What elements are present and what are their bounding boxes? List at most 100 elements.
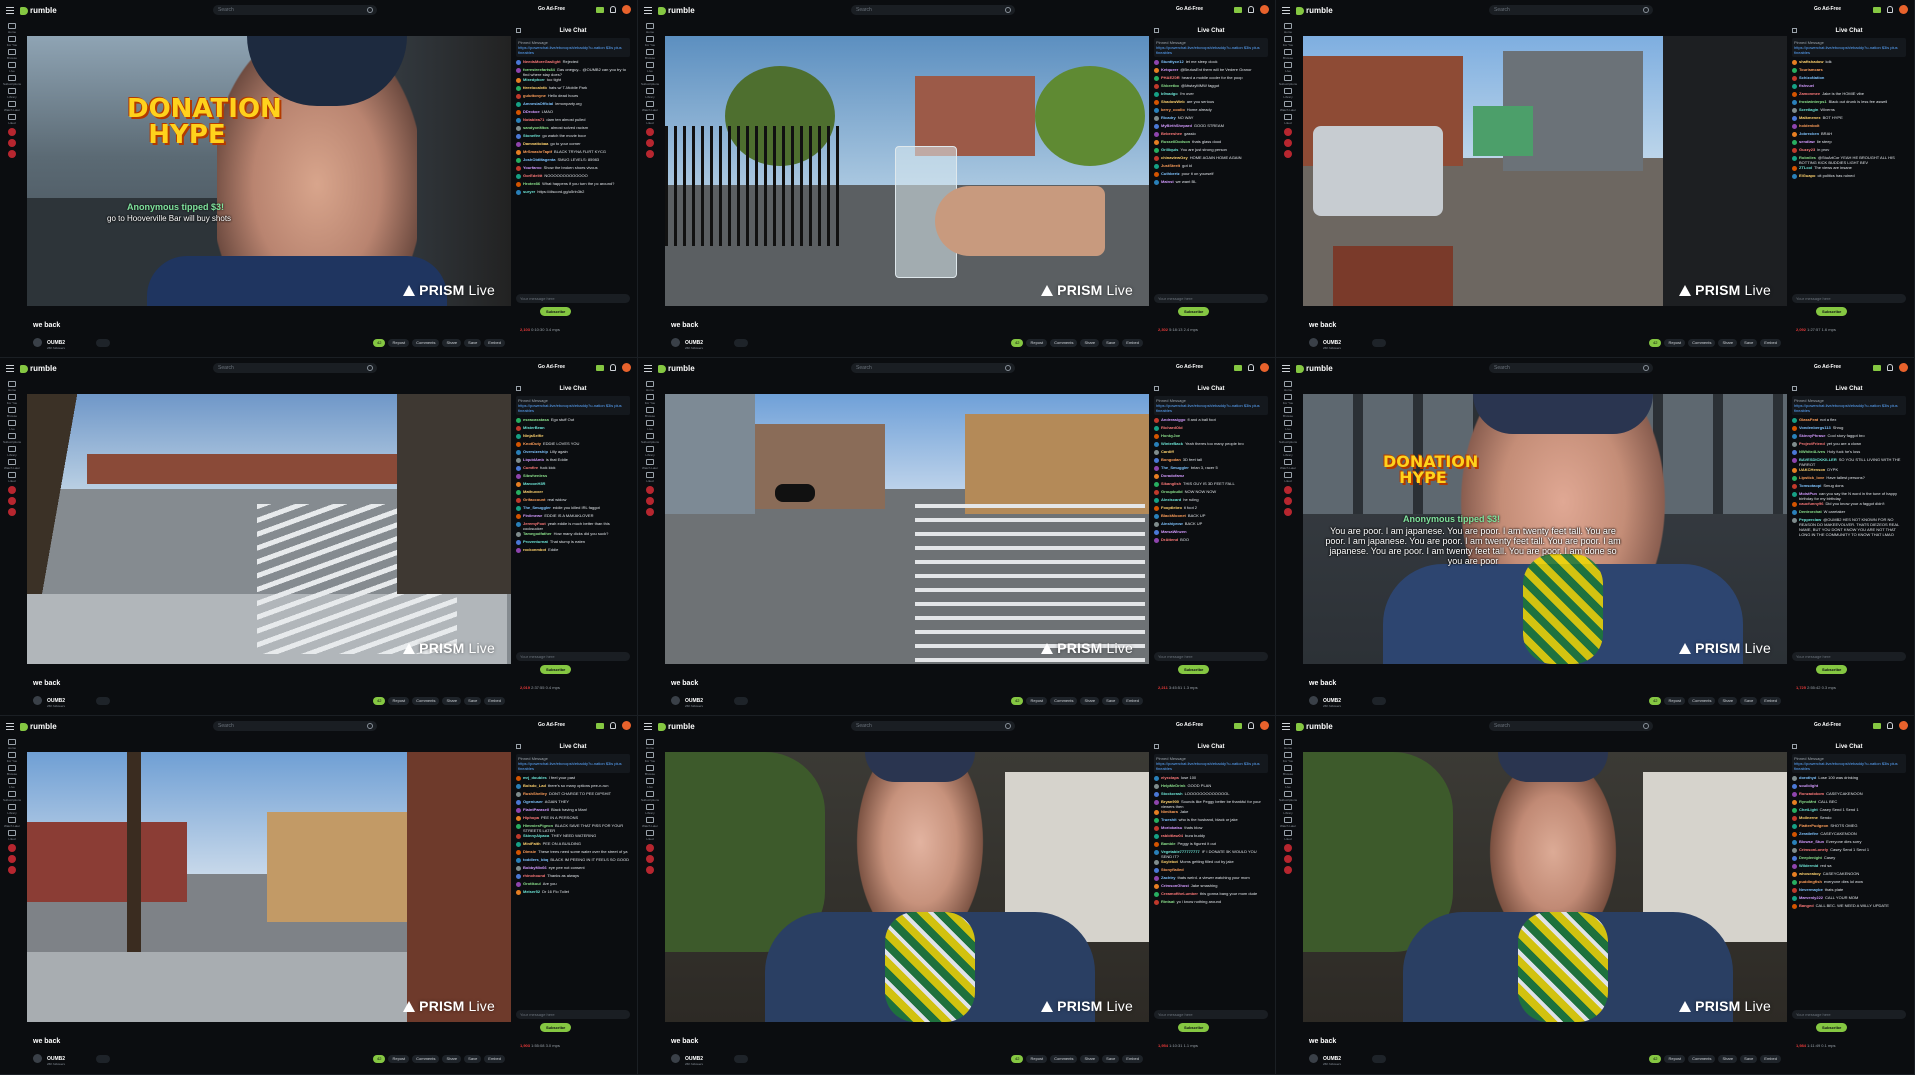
chat-avatar[interactable] — [1154, 76, 1159, 81]
chat-avatar[interactable] — [1792, 426, 1797, 431]
nav-item[interactable]: Browse — [0, 47, 24, 60]
followed-channel-avatar[interactable] — [1284, 508, 1292, 516]
chat-username[interactable]: ElGuapo — [1799, 173, 1815, 178]
chat-username[interactable]: chinaviewOxy — [1161, 155, 1188, 160]
chat-username[interactable]: WinterBack — [1161, 441, 1183, 446]
chat-avatar[interactable] — [516, 68, 521, 73]
chat-avatar[interactable] — [1792, 484, 1797, 489]
nav-item[interactable]: Library — [0, 802, 24, 815]
chat-username[interactable]: DDrokoe — [523, 109, 540, 114]
search-icon[interactable] — [367, 7, 373, 13]
subscribe-button[interactable]: Subscribe — [540, 307, 572, 316]
chat-username[interactable]: GorEdelitt — [523, 173, 542, 178]
pinned-link[interactable]: https://powerchat.live/ebcvopsh/ebaddy?u… — [518, 403, 628, 413]
chat-username[interactable]: Jobrecken — [1799, 131, 1819, 136]
chat-avatar[interactable] — [1154, 124, 1159, 129]
chat-username[interactable]: Andreasiggo — [1161, 417, 1185, 422]
nav-item[interactable]: Browse — [1276, 405, 1300, 418]
nav-item[interactable]: Home — [0, 379, 24, 392]
chat-avatar[interactable] — [516, 850, 521, 855]
rumble-logo[interactable]: rumble — [20, 6, 57, 15]
chat-username[interactable]: Nimikara — [1161, 809, 1178, 814]
followed-channel-avatar[interactable] — [8, 508, 16, 516]
followed-channel-avatar[interactable] — [1284, 150, 1292, 158]
chat-avatar[interactable] — [516, 118, 521, 123]
nav-item[interactable]: Watch Later — [1276, 99, 1300, 112]
chat-username[interactable]: elyxclaps — [1161, 775, 1179, 780]
followed-channel-avatar[interactable] — [1284, 128, 1292, 136]
avatar-icon[interactable] — [622, 5, 631, 14]
nav-item[interactable]: Subscriptions — [638, 73, 662, 86]
nav-item[interactable]: Live — [0, 776, 24, 789]
chat-avatar[interactable] — [1154, 792, 1159, 797]
nav-item[interactable]: Browse — [638, 763, 662, 776]
chat-avatar[interactable] — [1792, 776, 1797, 781]
chat-username[interactable]: Cardiff — [1161, 449, 1174, 454]
chat-avatar[interactable] — [1792, 100, 1797, 105]
chat-username[interactable]: shaftshadow — [1799, 59, 1823, 64]
rumble-logo[interactable]: rumble — [20, 364, 57, 373]
followed-channel-avatar[interactable] — [646, 150, 654, 158]
video-player[interactable]: PRISM Live — [665, 752, 1149, 1022]
go-ad-free-button[interactable]: Go Ad-Free — [1814, 364, 1841, 370]
chat-username[interactable]: MisterBean — [523, 425, 545, 430]
chat-avatar[interactable] — [516, 174, 521, 179]
chat-avatar[interactable] — [1154, 834, 1159, 839]
chat-username[interactable]: Bongodan — [1161, 457, 1181, 462]
followed-channel-avatar[interactable] — [646, 486, 654, 494]
nav-item[interactable]: Browse — [0, 405, 24, 418]
chat-username[interactable]: frostwinterps1 — [1799, 99, 1827, 104]
nav-item[interactable]: Watch Later — [638, 99, 662, 112]
nav-item[interactable]: For You — [638, 34, 662, 47]
channel-avatar[interactable] — [671, 338, 680, 347]
upload-icon[interactable] — [1234, 6, 1242, 13]
chat-avatar[interactable] — [516, 78, 521, 83]
chat-avatar[interactable] — [516, 442, 521, 447]
chat-username[interactable]: rockonmbot — [523, 547, 546, 552]
search-icon[interactable] — [367, 365, 373, 371]
chat-username[interactable]: ttreelocalxtb — [523, 85, 547, 90]
nav-item[interactable]: For You — [1276, 392, 1300, 405]
share-button[interactable]: Share — [1080, 339, 1100, 347]
chat-avatar[interactable] — [1154, 466, 1159, 471]
chat-username[interactable]: rhinohound — [523, 873, 545, 878]
chat-avatar[interactable] — [516, 466, 521, 471]
rumble-logo[interactable]: rumble — [1296, 722, 1333, 731]
chat-avatar[interactable] — [1792, 800, 1797, 805]
chat-avatar[interactable] — [1154, 538, 1159, 543]
chat-username[interactable]: ProjectFriend — [1799, 441, 1825, 446]
chat-avatar[interactable] — [1792, 840, 1797, 845]
rumble-vote-button[interactable]: 42 — [1649, 1055, 1662, 1063]
nav-item[interactable]: Library — [638, 86, 662, 99]
nav-item[interactable]: Liked — [1276, 470, 1300, 483]
pinned-link[interactable]: https://powerchat.live/ebcvopsh/ebaddy?u… — [1794, 45, 1904, 55]
share-button[interactable]: Share — [442, 697, 462, 705]
chat-username[interactable]: BlackMoonet — [1161, 513, 1186, 518]
chat-input[interactable]: Your message here — [1792, 294, 1906, 303]
chat-username[interactable]: RynoMnt — [1799, 799, 1816, 804]
chat-username[interactable]: JoshObtMagenta — [523, 157, 555, 162]
chat-username[interactable]: sandyonMtos — [523, 125, 549, 130]
embed-button[interactable]: Embed — [484, 1055, 505, 1063]
channel-menu-button[interactable] — [96, 1055, 110, 1063]
chat-avatar[interactable] — [1154, 180, 1159, 185]
share-button[interactable]: Share — [1080, 697, 1100, 705]
nav-item[interactable]: Live — [638, 776, 662, 789]
rumble-logo[interactable]: rumble — [20, 722, 57, 731]
bell-icon[interactable] — [1887, 722, 1893, 729]
nav-item[interactable]: Watch Later — [1276, 457, 1300, 470]
save-button[interactable]: Save — [1740, 339, 1758, 347]
rumble-vote-button[interactable]: 42 — [373, 1055, 386, 1063]
chat-avatar[interactable] — [516, 102, 521, 107]
chat-username[interactable]: Mathuxxer — [523, 489, 543, 494]
chat-avatar[interactable] — [516, 126, 521, 131]
chat-username[interactable]: Marvenly222 — [1799, 895, 1823, 900]
nav-item[interactable]: Subscriptions — [0, 789, 24, 802]
chat-input[interactable]: Your message here — [516, 294, 630, 303]
avatar-icon[interactable] — [622, 721, 631, 730]
chat-username[interactable]: Cumfire — [523, 465, 538, 470]
chat-avatar[interactable] — [1154, 860, 1159, 865]
search-icon[interactable] — [1005, 7, 1011, 13]
chat-username[interactable]: CreamoftheLumber — [1161, 891, 1198, 896]
chat-username[interactable]: Dimsie — [523, 849, 536, 854]
